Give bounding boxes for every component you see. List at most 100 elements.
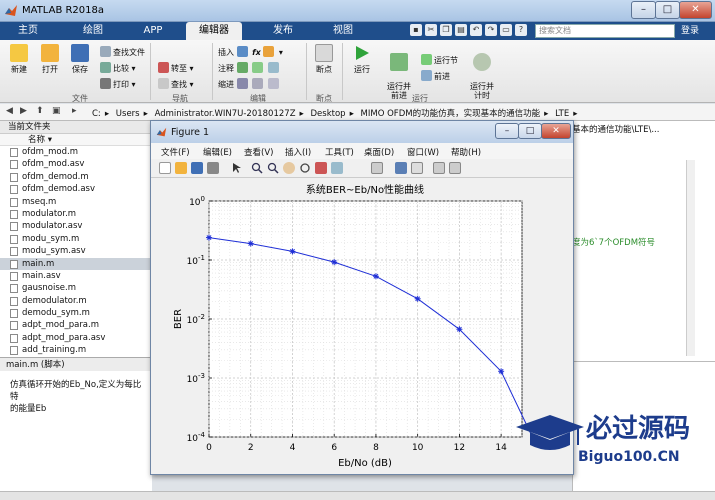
switch-windows-icon[interactable]: ▭ bbox=[500, 24, 512, 36]
tab-editor[interactable]: 编辑器 bbox=[186, 22, 242, 40]
breadcrumb-sep: ▸ bbox=[299, 109, 304, 119]
figure-maximize-button[interactable]: □ bbox=[518, 123, 542, 139]
zoom-in-icon[interactable] bbox=[251, 162, 263, 174]
menu-tools[interactable]: 工具(T) bbox=[325, 146, 354, 158]
menu-edit[interactable]: 编辑(E) bbox=[203, 146, 232, 158]
rotate-3d-icon[interactable] bbox=[299, 162, 311, 174]
edit-plot-icon[interactable] bbox=[231, 162, 243, 174]
open-button[interactable]: 打开 bbox=[36, 44, 64, 75]
new-figure-icon[interactable] bbox=[159, 162, 171, 174]
undo-quick-icon[interactable]: ↶ bbox=[470, 24, 482, 36]
run-advance-button[interactable]: 运行并 前进 bbox=[383, 44, 415, 100]
breakpoints-button[interactable]: 断点 bbox=[310, 44, 338, 75]
search-docs-input[interactable]: 搜索文档 bbox=[535, 24, 675, 38]
zoom-out-icon[interactable] bbox=[267, 162, 279, 174]
comment-button[interactable]: 注释 bbox=[218, 62, 281, 74]
help-quick-icon[interactable]: ? bbox=[515, 24, 527, 36]
link-plot-icon[interactable] bbox=[371, 162, 383, 174]
menu-help[interactable]: 帮助(H) bbox=[451, 146, 481, 158]
goto-button[interactable]: 转至 ▾ bbox=[158, 62, 194, 74]
hide-plot-tools-icon[interactable] bbox=[433, 162, 445, 174]
print-button[interactable]: 打印 ▾ bbox=[100, 78, 136, 90]
new-button[interactable]: 新建 bbox=[6, 44, 32, 75]
file-name: mseq.m bbox=[22, 196, 57, 207]
fx-icon[interactable]: fx bbox=[252, 48, 261, 57]
save-figure-icon[interactable] bbox=[191, 162, 203, 174]
figure-close-button[interactable]: ✕ bbox=[541, 123, 571, 139]
forward-arrow-icon[interactable]: ▶ bbox=[20, 106, 27, 116]
open-file-icon[interactable] bbox=[175, 162, 187, 174]
tab-publish[interactable]: 发布 bbox=[255, 22, 311, 40]
file-list-item[interactable]: modulator.asv bbox=[0, 220, 151, 232]
file-list-item[interactable]: demodu_sym.m bbox=[0, 307, 151, 319]
file-list-item[interactable]: main.asv bbox=[0, 270, 151, 282]
tab-view[interactable]: 视图 bbox=[318, 22, 368, 40]
up-folder-icon[interactable]: ⬆ bbox=[36, 106, 44, 116]
m-file-icon bbox=[10, 234, 18, 244]
menu-insert[interactable]: 插入(I) bbox=[285, 146, 311, 158]
redo-quick-icon[interactable]: ↷ bbox=[485, 24, 497, 36]
file-list-item[interactable]: mseq.m bbox=[0, 196, 151, 208]
minimize-button[interactable]: – bbox=[631, 1, 656, 19]
run-section-button[interactable]: 运行节 bbox=[421, 54, 458, 66]
file-list-item[interactable]: modu_sym.m bbox=[0, 233, 151, 245]
file-list-item[interactable]: ofdm_demod.asv bbox=[0, 183, 151, 195]
maximize-button[interactable]: □ bbox=[655, 1, 680, 19]
breadcrumb-item[interactable]: MIMO OFDM的功能仿真，实现基本的通信功能 bbox=[361, 109, 541, 119]
save-quick-icon[interactable]: ▪ bbox=[410, 24, 422, 36]
file-list-item[interactable]: modulator.m bbox=[0, 208, 151, 220]
browse-folder-icon[interactable]: ▣ bbox=[52, 106, 61, 116]
close-button[interactable]: ✕ bbox=[679, 1, 712, 19]
breadcrumb-item[interactable]: Users bbox=[116, 109, 140, 119]
pan-hand-icon[interactable] bbox=[283, 162, 295, 174]
tab-home[interactable]: 主页 bbox=[8, 22, 48, 40]
run-and-time-button[interactable]: 运行并 计时 bbox=[466, 44, 498, 100]
tab-plots[interactable]: 绘图 bbox=[68, 22, 118, 40]
tab-apps[interactable]: APP bbox=[128, 22, 178, 40]
file-list-item[interactable]: ofdm_mod.asv bbox=[0, 158, 151, 170]
file-list-item[interactable]: adpt_mod_para.m bbox=[0, 319, 151, 331]
advance-button[interactable]: 前进 bbox=[421, 70, 450, 82]
breadcrumb-item[interactable]: Administrator.WIN7U-20180127Z bbox=[155, 109, 296, 119]
breadcrumb-item[interactable]: LTE bbox=[555, 109, 569, 119]
file-list-item[interactable]: modu_sym.asv bbox=[0, 245, 151, 257]
brush-icon[interactable] bbox=[331, 162, 343, 174]
menu-window[interactable]: 窗口(W) bbox=[407, 146, 439, 158]
back-arrow-icon[interactable]: ◀ bbox=[6, 106, 13, 116]
compare-button[interactable]: 比较 ▾ bbox=[100, 62, 136, 74]
asv-file-icon bbox=[10, 247, 18, 257]
file-list-item[interactable]: ofdm_demod.m bbox=[0, 171, 151, 183]
run-button[interactable]: 运行 bbox=[348, 44, 376, 75]
file-list-item[interactable]: ofdm_mod.m bbox=[0, 146, 151, 158]
login-link[interactable]: 登录 bbox=[681, 22, 699, 40]
menu-desktop[interactable]: 桌面(D) bbox=[364, 146, 394, 158]
file-list-item[interactable]: gausnoise.m bbox=[0, 282, 151, 294]
data-cursor-icon[interactable] bbox=[315, 162, 327, 174]
menu-view[interactable]: 查看(V) bbox=[244, 146, 273, 158]
save-button[interactable]: 保存 bbox=[66, 44, 94, 75]
legend-icon[interactable] bbox=[411, 162, 423, 174]
cut-quick-icon[interactable]: ✂ bbox=[425, 24, 437, 36]
show-plot-tools-icon[interactable] bbox=[449, 162, 461, 174]
file-list-item[interactable]: add_training.m bbox=[0, 344, 151, 356]
search-icon bbox=[158, 78, 169, 89]
file-list-item[interactable]: main.m bbox=[0, 257, 151, 270]
breadcrumb-item[interactable]: Desktop bbox=[311, 109, 346, 119]
find-files-button[interactable]: 查找文件 bbox=[100, 46, 145, 58]
figure-minimize-button[interactable]: – bbox=[495, 123, 519, 139]
column-header-name[interactable]: 名称 ▾ bbox=[0, 134, 151, 146]
copy-quick-icon[interactable]: ❐ bbox=[440, 24, 452, 36]
paste-quick-icon[interactable]: ▤ bbox=[455, 24, 467, 36]
insert-button[interactable]: 插入 fx ▾ bbox=[218, 46, 283, 58]
indent-button[interactable]: 缩进 bbox=[218, 78, 281, 90]
file-list-item[interactable]: adpt_mod_para.asv bbox=[0, 332, 151, 344]
file-list-item[interactable]: demodulator.m bbox=[0, 295, 151, 307]
colorbar-icon[interactable] bbox=[395, 162, 407, 174]
menu-file[interactable]: 文件(F) bbox=[161, 146, 190, 158]
editor-scrollbar[interactable] bbox=[686, 160, 695, 356]
print-figure-icon[interactable] bbox=[207, 162, 219, 174]
find-button[interactable]: 查找 ▾ bbox=[158, 78, 194, 90]
chart-title: 系统BER~Eb/No性能曲线 bbox=[306, 183, 424, 196]
y-axis-label: BER bbox=[173, 309, 184, 329]
breadcrumb-item[interactable]: C: bbox=[92, 109, 101, 119]
